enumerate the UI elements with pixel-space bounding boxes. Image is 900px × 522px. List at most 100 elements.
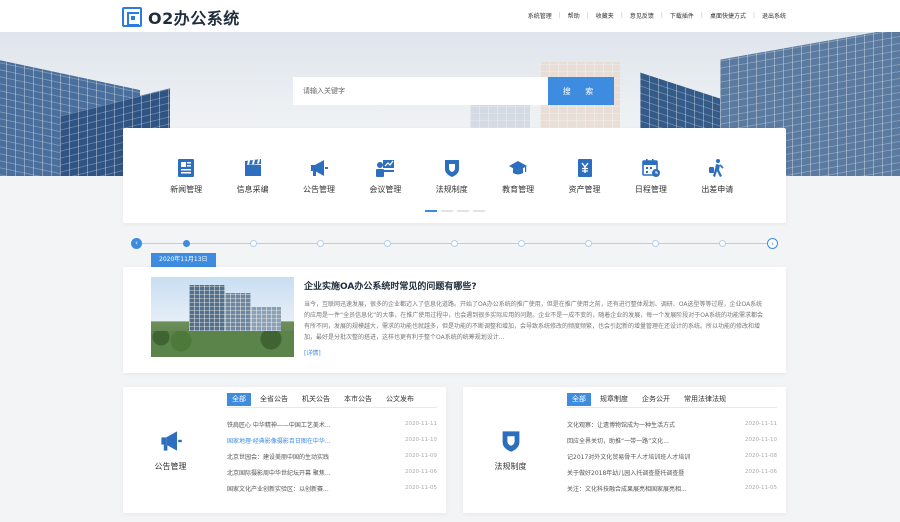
list-item[interactable]: 关注：文化科技融合成果展亮相国家展亮相... 2020-11-05 (567, 480, 777, 496)
module-news[interactable]: 新闻管理 (153, 158, 219, 195)
nav-logout[interactable]: 退出系统 (762, 11, 786, 20)
nav-separator: | (586, 12, 589, 19)
module-label: 新闻管理 (170, 185, 203, 194)
panel-tabs: 全部 规章制度 企务公开 常用法律法规 (567, 393, 731, 406)
carousel-dots (425, 210, 485, 212)
nav-separator: | (558, 12, 561, 19)
list-item-date: 2020-11-06 (745, 469, 777, 475)
tab-all[interactable]: 全部 (227, 393, 251, 406)
tab-rules[interactable]: 规章制度 (595, 393, 633, 406)
list-item[interactable]: 回应全界关切，助推“一带一路”文化... 2020-11-10 (567, 432, 777, 448)
list-item-date: 2020-11-05 (405, 485, 437, 491)
megaphone-icon (310, 160, 328, 176)
list-item[interactable]: 关于做好2018年幼儿园入托调查暨托调查暨 2020-11-06 (567, 464, 777, 480)
timeline-node[interactable] (451, 240, 458, 247)
carousel-dot[interactable] (425, 210, 437, 212)
article-image[interactable] (151, 277, 294, 357)
list-item[interactable]: 国家地理·经典影像摄影百日图在中华... 2020-11-10 (227, 432, 437, 448)
announcement-list: 铁肩匠心 中华精神——中国工艺美术... 2020-11-11 国家地理·经典影像… (227, 416, 437, 496)
list-item-date: 2020-11-11 (405, 421, 437, 427)
module-label: 日程管理 (634, 185, 667, 194)
carousel-dot[interactable] (441, 210, 453, 212)
tab-disclosure[interactable]: 企务公开 (637, 393, 675, 406)
module-business-trip[interactable]: 出差申请 (684, 158, 750, 195)
article-details-link[interactable]: [详情] (304, 348, 321, 357)
module-label: 教育管理 (502, 185, 535, 194)
list-item[interactable]: 记2017对外文化贸易骨干人才培训班人才培训 2020-11-08 (567, 448, 777, 464)
timeline-node[interactable] (719, 240, 726, 247)
list-item[interactable]: 国家文化产业创新实验区：以创新赛... 2020-11-05 (227, 480, 437, 496)
module-schedule[interactable]: 日程管理 (618, 158, 684, 195)
news-timeline: ‹ › 2020年11月13日 企业实施OA办公系统时常见的问题有哪些? 当今，… (123, 235, 786, 375)
list-item-date: 2020-11-08 (745, 453, 777, 459)
tab-all[interactable]: 全部 (567, 393, 591, 406)
module-row: 新闻管理 信息采编 公告管理 会议管理 法规制度 教育管理 资产管理 日程管理 (153, 158, 751, 195)
timeline-prev-button[interactable]: ‹ (131, 238, 142, 249)
list-item-title: 关于做好2018年幼儿园入托调查暨托调查暨 (567, 469, 685, 477)
search-input[interactable] (293, 77, 548, 105)
timeline-next-button[interactable]: › (767, 238, 778, 249)
article-image-trees (151, 331, 294, 357)
tab-province[interactable]: 全省公告 (255, 393, 293, 406)
nav-system-settings[interactable]: 系统管理 (528, 11, 552, 20)
tab-city[interactable]: 本市公告 (339, 393, 377, 406)
list-item-title: 记2017对外文化贸易骨干人才培训班人才培训 (567, 453, 691, 461)
list-item-title: 北京世园会：建设美丽中国的生动实践 (227, 453, 330, 461)
carousel-dot[interactable] (473, 210, 485, 212)
timeline-node[interactable] (384, 240, 391, 247)
module-announcements[interactable]: 公告管理 (286, 158, 352, 195)
list-item-title: 北京国际摄影周中华世纪坛开幕 聚焦... (227, 469, 331, 477)
nav-favorites[interactable]: 收藏夹 (596, 11, 614, 20)
megaphone-icon (160, 430, 182, 451)
list-item[interactable]: 北京世园会：建设美丽中国的生动实践 2020-11-09 (227, 448, 437, 464)
shield-icon (502, 430, 519, 452)
list-item-date: 2020-11-11 (745, 421, 777, 427)
timeline-node[interactable] (250, 240, 257, 247)
top-nav: 系统管理 | 帮助 | 收藏夹 | 意见反馈 | 下载插件 | 桌面快捷方式 | 退出系统 (528, 11, 786, 20)
tab-documents[interactable]: 公文发布 (381, 393, 419, 406)
timeline-node[interactable] (183, 240, 190, 247)
nav-feedback[interactable]: 意见反馈 (630, 11, 654, 20)
module-assets[interactable]: 资产管理 (551, 158, 617, 195)
panel-side[interactable]: 法规制度 (463, 387, 558, 513)
module-info-editing[interactable]: 信息采编 (219, 158, 285, 195)
tab-divider (567, 407, 777, 408)
shield-icon (444, 160, 459, 177)
nav-help[interactable]: 帮助 (568, 11, 580, 20)
tab-agency[interactable]: 机关公告 (297, 393, 335, 406)
article-image-building (225, 293, 251, 335)
panel-title: 公告管理 (154, 461, 187, 471)
top-bar: O2办公系统 系统管理 | 帮助 | 收藏夹 | 意见反馈 | 下载插件 | 桌面快捷方式… (0, 0, 900, 32)
tab-common-laws[interactable]: 常用法律法规 (679, 393, 731, 406)
module-label: 公告管理 (302, 185, 335, 194)
list-item-date: 2020-11-10 (405, 437, 437, 443)
timeline-node[interactable] (585, 240, 592, 247)
timeline-node[interactable] (518, 240, 525, 247)
timeline-node[interactable] (652, 240, 659, 247)
list-item[interactable]: 铁肩匠心 中华精神——中国工艺美术... 2020-11-11 (227, 416, 437, 432)
list-item-title: 回应全界关切，助推“一带一路”文化... (567, 437, 669, 445)
regulations-list: 文化观察：让遗博物馆成为一种生活方式 2020-11-11 回应全界关切，助推“一… (567, 416, 777, 496)
module-card: 新闻管理 信息采编 公告管理 会议管理 法规制度 教育管理 资产管理 日程管理 (123, 128, 786, 223)
list-item-date: 2020-11-10 (745, 437, 777, 443)
module-regulations[interactable]: 法规制度 (419, 158, 485, 195)
logo[interactable]: O2办公系统 (122, 5, 240, 29)
nav-separator: | (660, 12, 663, 19)
list-item-date: 2020-11-06 (405, 469, 437, 475)
module-education[interactable]: 教育管理 (485, 158, 551, 195)
list-item-title: 铁肩匠心 中华精神——中国工艺美术... (227, 421, 331, 429)
meeting-icon (376, 160, 395, 177)
module-meetings[interactable]: 会议管理 (352, 158, 418, 195)
list-item[interactable]: 北京国际摄影周中华世纪坛开幕 聚焦... 2020-11-06 (227, 464, 437, 480)
timeline-node[interactable] (317, 240, 324, 247)
panel-side[interactable]: 公告管理 (123, 387, 218, 513)
article-title[interactable]: 企业实施OA办公系统时常见的问题有哪些? (304, 279, 477, 292)
timeline-date-tag: 2020年11月13日 (151, 253, 216, 271)
search-button[interactable]: 搜 索 (548, 77, 614, 105)
chevron-left-icon: ‹ (135, 239, 138, 247)
nav-desktop-shortcut[interactable]: 桌面快捷方式 (710, 11, 746, 20)
nav-download-plugin[interactable]: 下载插件 (670, 11, 694, 20)
regulations-panel: 法规制度 全部 规章制度 企务公开 常用法律法规 文化观察：让遗博物馆成为一种生… (463, 387, 786, 513)
list-item[interactable]: 文化观察：让遗博物馆成为一种生活方式 2020-11-11 (567, 416, 777, 432)
carousel-dot[interactable] (457, 210, 469, 212)
